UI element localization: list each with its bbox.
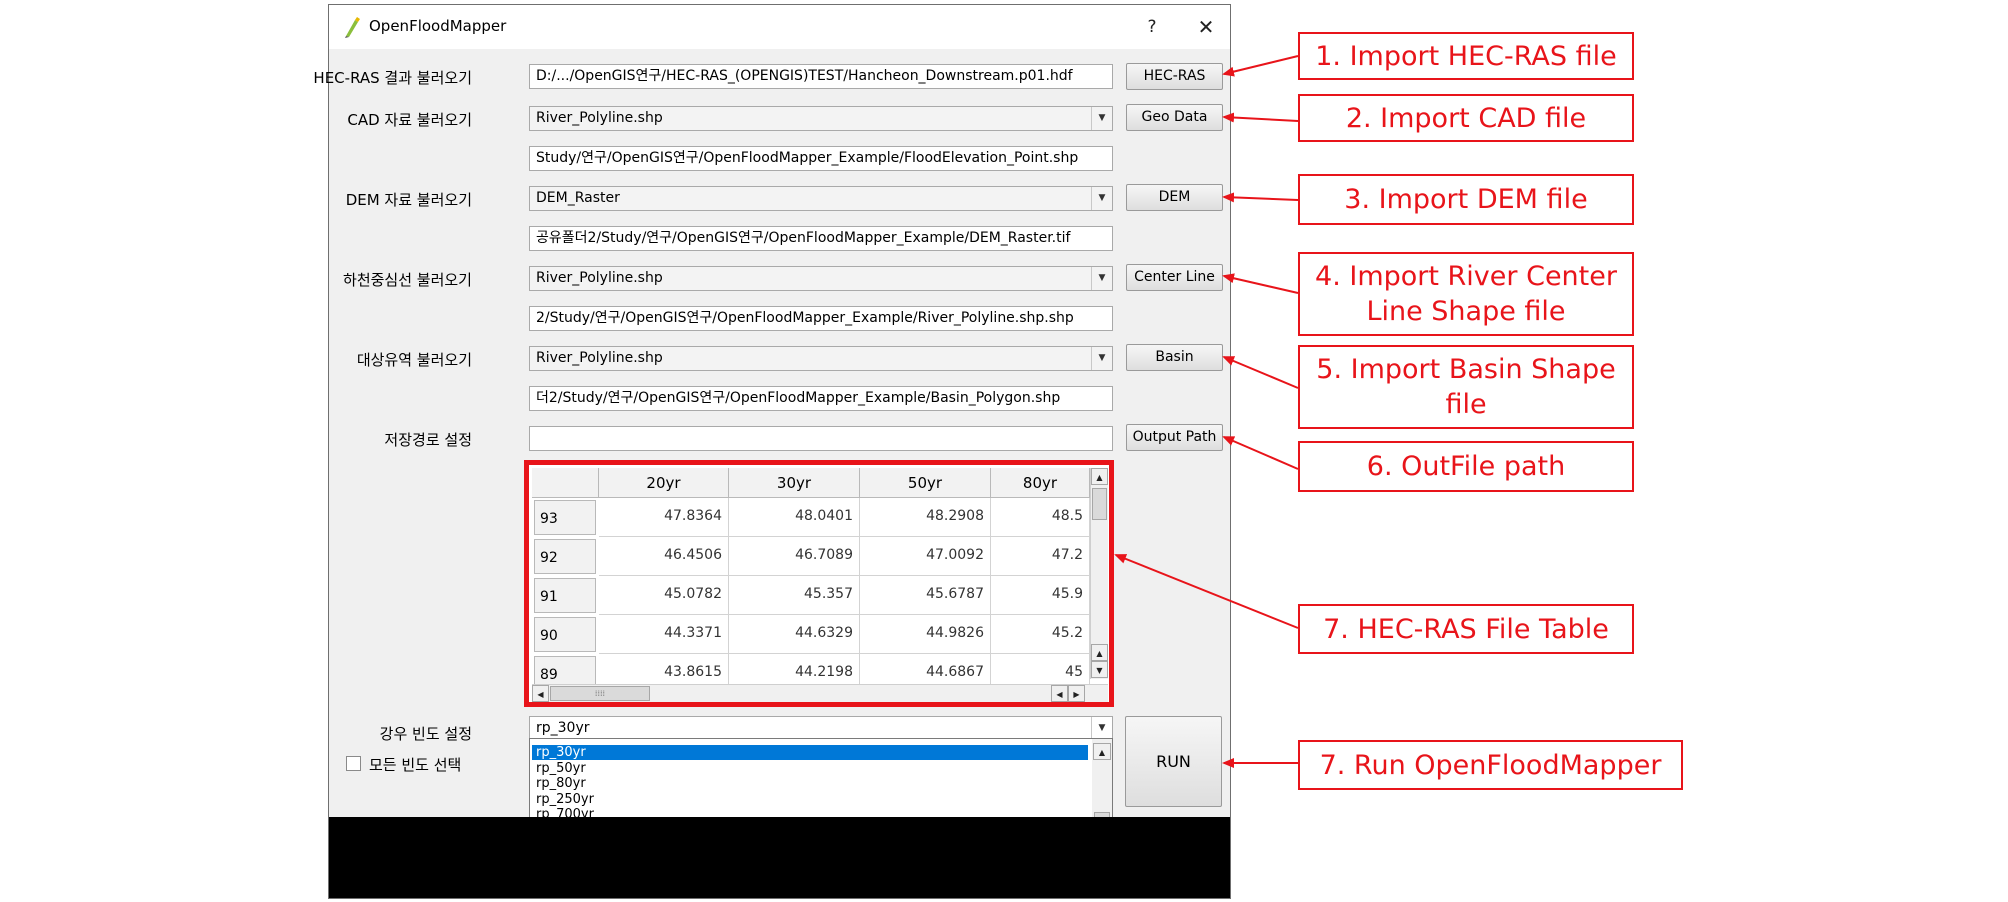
rainfall-combo-value: rp_30yr bbox=[536, 720, 590, 736]
centerline-layer-combo[interactable]: River_Polyline.shp ▼ bbox=[529, 266, 1113, 291]
vertical-scrollbar[interactable]: ▲ ▲ ▼ bbox=[1090, 468, 1108, 679]
rainfall-frequency-label: 강우 빈도 설정 bbox=[379, 725, 472, 743]
table-cell[interactable]: 45.0782 bbox=[599, 576, 729, 615]
table-cell[interactable]: 46.4506 bbox=[599, 537, 729, 576]
table-cell[interactable]: 45.9 bbox=[991, 576, 1090, 615]
list-item-selected[interactable]: rp_30yr bbox=[532, 745, 1088, 760]
list-item[interactable]: rp_250yr bbox=[532, 792, 1088, 807]
scroll-thumb[interactable] bbox=[1092, 488, 1107, 520]
table-cell[interactable]: 45.2 bbox=[991, 615, 1090, 654]
centerline-label: 하천중심선 불러오기 bbox=[343, 271, 472, 289]
table-cell[interactable]: 48.5 bbox=[991, 498, 1090, 537]
annotation-outfile-path: 6. OutFile path bbox=[1298, 441, 1634, 492]
cad-layer-combo[interactable]: River_Polyline.shp ▼ bbox=[529, 106, 1113, 131]
annotation-import-cad: 2. Import CAD file bbox=[1298, 94, 1634, 142]
dem-label: DEM 자료 불러오기 bbox=[345, 191, 472, 209]
table-cell[interactable]: 45.357 bbox=[729, 576, 860, 615]
table-row[interactable]: 93 47.8364 48.0401 48.2908 48.5 bbox=[532, 498, 1090, 537]
table-cell[interactable]: 44.6329 bbox=[729, 615, 860, 654]
scroll-right-arrow-icon[interactable]: ▶ bbox=[1068, 685, 1085, 702]
scroll-up-arrow-icon[interactable]: ▲ bbox=[1091, 644, 1108, 661]
window-title: OpenFloodMapper bbox=[369, 17, 507, 35]
centerline-path-field[interactable]: 2/Study/연구/OpenGIS연구/OpenFloodMapper_Exa… bbox=[529, 306, 1113, 331]
annotation-run: 7. Run OpenFloodMapper bbox=[1298, 740, 1683, 790]
dem-path-field[interactable]: 공유폴더2/Study/연구/OpenGIS연구/OpenFloodMapper… bbox=[529, 226, 1113, 251]
table-cell[interactable]: 47.0092 bbox=[860, 537, 991, 576]
chevron-down-icon[interactable]: ▼ bbox=[1091, 347, 1112, 370]
geo-data-button[interactable]: Geo Data bbox=[1126, 104, 1223, 131]
cad-label: CAD 자료 불러오기 bbox=[347, 111, 472, 129]
table-body: 93 47.8364 48.0401 48.2908 48.5 92 46.45… bbox=[532, 498, 1090, 693]
openfloodmapper-window: OpenFloodMapper ? ✕ HEC-RAS 결과 불러오기 D:/.… bbox=[313, 4, 1231, 899]
table-cell[interactable]: 44.3371 bbox=[599, 615, 729, 654]
select-all-checkbox[interactable] bbox=[346, 756, 361, 771]
list-item[interactable]: rp_50yr bbox=[532, 761, 1088, 776]
basin-path-field[interactable]: 더2/Study/연구/OpenGIS연구/OpenFloodMapper_Ex… bbox=[529, 386, 1113, 411]
dem-combo-value: DEM_Raster bbox=[536, 190, 620, 206]
row-header[interactable]: 91 bbox=[534, 578, 596, 613]
chevron-down-icon[interactable]: ▼ bbox=[1091, 107, 1112, 130]
table-cell[interactable]: 44.9826 bbox=[860, 615, 991, 654]
annotation-import-basin: 5. Import Basin Shape file bbox=[1298, 345, 1634, 429]
hecras-file-table[interactable]: 20yr 30yr 50yr 80yr 93 47.8364 48.0401 4… bbox=[524, 460, 1114, 707]
hecras-label: HEC-RAS 결과 불러오기 bbox=[313, 69, 472, 87]
title-bar: OpenFloodMapper ? ✕ bbox=[329, 5, 1230, 49]
annotation-import-hecras: 1. Import HEC-RAS file bbox=[1298, 32, 1634, 80]
help-button[interactable]: ? bbox=[1139, 14, 1165, 40]
basin-layer-combo[interactable]: River_Polyline.shp ▼ bbox=[529, 346, 1113, 371]
table-cell[interactable]: 48.2908 bbox=[860, 498, 991, 537]
column-header[interactable]: 80yr bbox=[991, 468, 1090, 498]
hecras-path-field[interactable]: D:/.../OpenGIS연구/HEC-RAS_(OPENGIS)TEST/H… bbox=[529, 64, 1113, 89]
scroll-left-arrow-icon[interactable]: ◀ bbox=[532, 685, 549, 702]
chevron-down-icon[interactable]: ▼ bbox=[1091, 267, 1112, 290]
table-cell[interactable]: 48.0401 bbox=[729, 498, 860, 537]
basin-button[interactable]: Basin bbox=[1126, 344, 1223, 371]
scroll-up-arrow-icon[interactable]: ▲ bbox=[1093, 743, 1111, 760]
chevron-down-icon[interactable]: ▼ bbox=[1091, 717, 1112, 740]
table-row[interactable]: 91 45.0782 45.357 45.6787 45.9 bbox=[532, 576, 1090, 615]
select-all-label: 모든 빈도 선택 bbox=[369, 756, 462, 774]
horizontal-scrollbar[interactable]: ◀ ⁞⁞⁞⁞ ◀ ▶ bbox=[532, 684, 1108, 702]
table-cell[interactable]: 45.6787 bbox=[860, 576, 991, 615]
run-button[interactable]: RUN bbox=[1125, 716, 1222, 807]
basin-label: 대상유역 불러오기 bbox=[356, 351, 472, 369]
table-cell[interactable]: 47.2 bbox=[991, 537, 1090, 576]
center-line-button[interactable]: Center Line bbox=[1126, 264, 1223, 291]
annotation-import-centerline: 4. Import River Center Line Shape file bbox=[1298, 252, 1634, 336]
table-row[interactable]: 92 46.4506 46.7089 47.0092 47.2 bbox=[532, 537, 1090, 576]
column-header[interactable]: 20yr bbox=[599, 468, 729, 498]
close-button[interactable]: ✕ bbox=[1193, 14, 1219, 40]
output-path-button[interactable]: Output Path bbox=[1126, 424, 1223, 451]
table-corner-header bbox=[532, 468, 599, 498]
scroll-left-arrow-icon[interactable]: ◀ bbox=[1051, 685, 1068, 702]
window-footer-background bbox=[329, 817, 1230, 898]
cad-combo-value: River_Polyline.shp bbox=[536, 110, 663, 126]
table-cell[interactable]: 47.8364 bbox=[599, 498, 729, 537]
column-header[interactable]: 30yr bbox=[729, 468, 860, 498]
column-header[interactable]: 50yr bbox=[860, 468, 991, 498]
annotation-hecras-table: 7. HEC-RAS File Table bbox=[1298, 604, 1634, 654]
dem-layer-combo[interactable]: DEM_Raster ▼ bbox=[529, 186, 1113, 211]
row-header[interactable]: 93 bbox=[534, 500, 596, 535]
table-cell[interactable]: 46.7089 bbox=[729, 537, 860, 576]
scroll-thumb[interactable]: ⁞⁞⁞⁞ bbox=[550, 686, 650, 701]
qgis-app-icon bbox=[345, 17, 360, 38]
annotation-import-dem: 3. Import DEM file bbox=[1298, 174, 1634, 225]
centerline-combo-value: River_Polyline.shp bbox=[536, 270, 663, 286]
scroll-down-arrow-icon[interactable]: ▼ bbox=[1091, 661, 1108, 678]
dem-button[interactable]: DEM bbox=[1126, 184, 1223, 211]
cad-path-field[interactable]: Study/연구/OpenGIS연구/OpenFloodMapper_Examp… bbox=[529, 146, 1113, 171]
row-header[interactable]: 90 bbox=[534, 617, 596, 652]
table-row[interactable]: 90 44.3371 44.6329 44.9826 45.2 bbox=[532, 615, 1090, 654]
basin-combo-value: River_Polyline.shp bbox=[536, 350, 663, 366]
chevron-down-icon[interactable]: ▼ bbox=[1091, 187, 1112, 210]
hecras-button[interactable]: HEC-RAS bbox=[1126, 63, 1223, 90]
list-item[interactable]: rp_80yr bbox=[532, 776, 1088, 791]
row-header[interactable]: 92 bbox=[534, 539, 596, 574]
output-path-field[interactable] bbox=[529, 426, 1113, 451]
output-label: 저장경로 설정 bbox=[384, 431, 472, 449]
scroll-up-arrow-icon[interactable]: ▲ bbox=[1091, 468, 1108, 485]
